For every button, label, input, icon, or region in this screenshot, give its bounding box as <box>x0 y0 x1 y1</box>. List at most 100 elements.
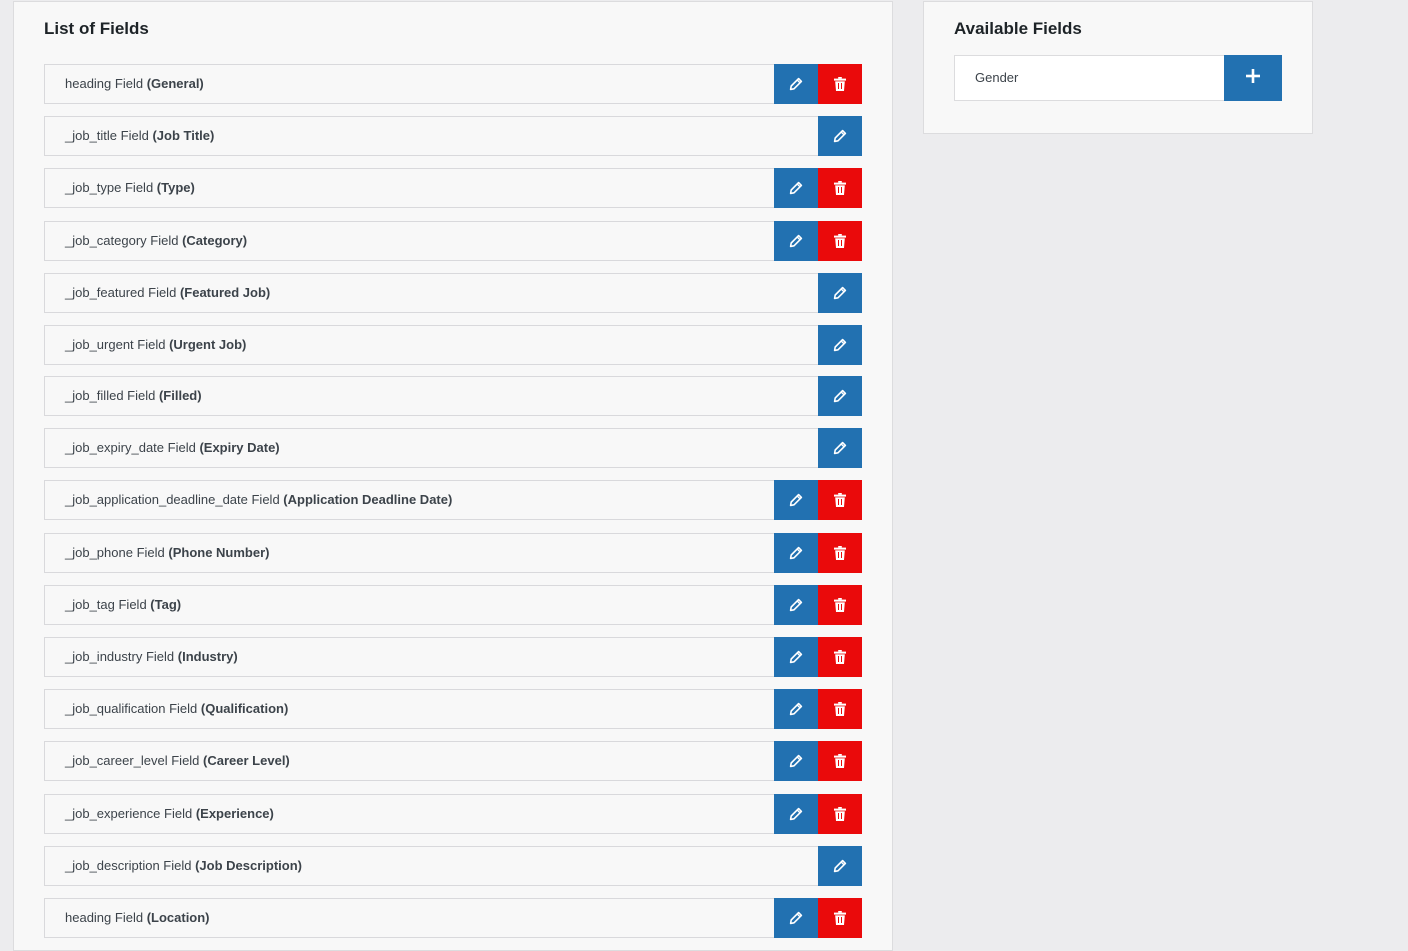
pencil-icon <box>789 77 803 91</box>
field-row: _job_phone Field (Phone Number) <box>44 533 862 573</box>
trash-icon <box>834 754 846 768</box>
field-label: (Filled) <box>158 388 202 403</box>
field-row: _job_industry Field (Industry) <box>44 637 862 677</box>
field-text: _job_featured Field (Featured Job) <box>65 274 270 312</box>
edit-field-button[interactable] <box>774 64 818 104</box>
field-name: _job_description Field <box>65 858 192 873</box>
field-name: _job_tag Field <box>65 597 147 612</box>
edit-field-button[interactable] <box>774 689 818 729</box>
field-label: (Qualification) <box>200 701 289 716</box>
delete-field-button[interactable] <box>818 794 862 834</box>
delete-field-button[interactable] <box>818 64 862 104</box>
edit-field-button[interactable] <box>774 221 818 261</box>
pencil-icon <box>789 234 803 248</box>
edit-field-button[interactable] <box>774 585 818 625</box>
list-of-fields-panel: List of Fields heading Field (General) _j… <box>13 1 893 951</box>
field-text: _job_type Field (Type) <box>65 169 195 207</box>
edit-field-button[interactable] <box>774 168 818 208</box>
edit-field-button[interactable] <box>774 898 818 938</box>
pencil-icon <box>789 493 803 507</box>
trash-icon <box>834 807 846 821</box>
field-row: _job_expiry_date Field (Expiry Date) <box>44 428 862 468</box>
edit-field-button[interactable] <box>774 794 818 834</box>
pencil-icon <box>833 129 847 143</box>
field-label: (General) <box>146 76 204 91</box>
field-row: _job_filled Field (Filled) <box>44 376 862 416</box>
trash-icon <box>834 911 846 925</box>
field-row: _job_type Field (Type) <box>44 168 862 208</box>
delete-field-button[interactable] <box>818 168 862 208</box>
pencil-icon <box>789 911 803 925</box>
field-text: _job_industry Field (Industry) <box>65 638 238 676</box>
edit-field-button[interactable] <box>818 273 862 313</box>
field-row: _job_tag Field (Tag) <box>44 585 862 625</box>
field-row: _job_qualification Field (Qualification) <box>44 689 862 729</box>
trash-icon <box>834 493 846 507</box>
edit-field-button[interactable] <box>818 846 862 886</box>
field-name: _job_phone Field <box>65 545 165 560</box>
trash-icon <box>834 234 846 248</box>
field-name: _job_application_deadline_date Field <box>65 492 280 507</box>
edit-field-button[interactable] <box>774 741 818 781</box>
field-row: heading Field (Location) <box>44 898 862 938</box>
field-name: _job_title Field <box>65 128 149 143</box>
trash-icon <box>834 650 846 664</box>
field-label: (Expiry Date) <box>199 440 280 455</box>
pencil-icon <box>789 702 803 716</box>
field-label: (Featured Job) <box>179 285 271 300</box>
field-name: _job_experience Field <box>65 806 193 821</box>
pencil-icon <box>789 546 803 560</box>
field-name: _job_qualification Field <box>65 701 198 716</box>
field-name: heading Field <box>65 76 144 91</box>
trash-icon <box>834 181 846 195</box>
field-text: _job_experience Field (Experience) <box>65 795 274 833</box>
edit-field-button[interactable] <box>818 376 862 416</box>
trash-icon <box>834 77 846 91</box>
pencil-icon <box>833 389 847 403</box>
field-name: _job_urgent Field <box>65 337 166 352</box>
field-label: (Tag) <box>150 597 182 612</box>
available-fields-title: Available Fields <box>954 19 1082 38</box>
edit-field-button[interactable] <box>818 325 862 365</box>
field-label: (Job Description) <box>195 858 302 873</box>
trash-icon <box>834 702 846 716</box>
field-name: _job_career_level Field <box>65 753 200 768</box>
delete-field-button[interactable] <box>818 689 862 729</box>
field-name: _job_filled Field <box>65 388 156 403</box>
trash-icon <box>834 598 846 612</box>
available-fields-panel: Available Fields Gender <box>923 1 1313 134</box>
delete-field-button[interactable] <box>818 741 862 781</box>
list-of-fields-title: List of Fields <box>44 19 149 38</box>
field-name: heading Field <box>65 910 144 925</box>
field-label: (Type) <box>156 180 195 195</box>
pencil-icon <box>789 181 803 195</box>
delete-field-button[interactable] <box>818 533 862 573</box>
field-row: _job_title Field (Job Title) <box>44 116 862 156</box>
field-row: _job_experience Field (Experience) <box>44 794 862 834</box>
field-row: _job_application_deadline_date Field (Ap… <box>44 480 862 520</box>
delete-field-button[interactable] <box>818 221 862 261</box>
pencil-icon <box>789 650 803 664</box>
add-field-button[interactable] <box>1224 55 1282 101</box>
delete-field-button[interactable] <box>818 480 862 520</box>
available-field-item: Gender <box>954 55 1282 101</box>
field-text: _job_description Field (Job Description) <box>65 847 302 885</box>
field-text: heading Field (General) <box>65 65 204 103</box>
pencil-icon <box>789 598 803 612</box>
edit-field-button[interactable] <box>774 637 818 677</box>
pencil-icon <box>833 286 847 300</box>
edit-field-button[interactable] <box>818 116 862 156</box>
edit-field-button[interactable] <box>818 428 862 468</box>
edit-field-button[interactable] <box>774 480 818 520</box>
delete-field-button[interactable] <box>818 637 862 677</box>
field-text: _job_career_level Field (Career Level) <box>65 742 290 780</box>
pencil-icon <box>833 859 847 873</box>
field-text: _job_qualification Field (Qualification) <box>65 690 288 728</box>
field-name: _job_category Field <box>65 233 179 248</box>
available-field-label: Gender <box>975 70 1019 85</box>
edit-field-button[interactable] <box>774 533 818 573</box>
delete-field-button[interactable] <box>818 898 862 938</box>
pencil-icon <box>833 441 847 455</box>
delete-field-button[interactable] <box>818 585 862 625</box>
field-row: _job_description Field (Job Description) <box>44 846 862 886</box>
